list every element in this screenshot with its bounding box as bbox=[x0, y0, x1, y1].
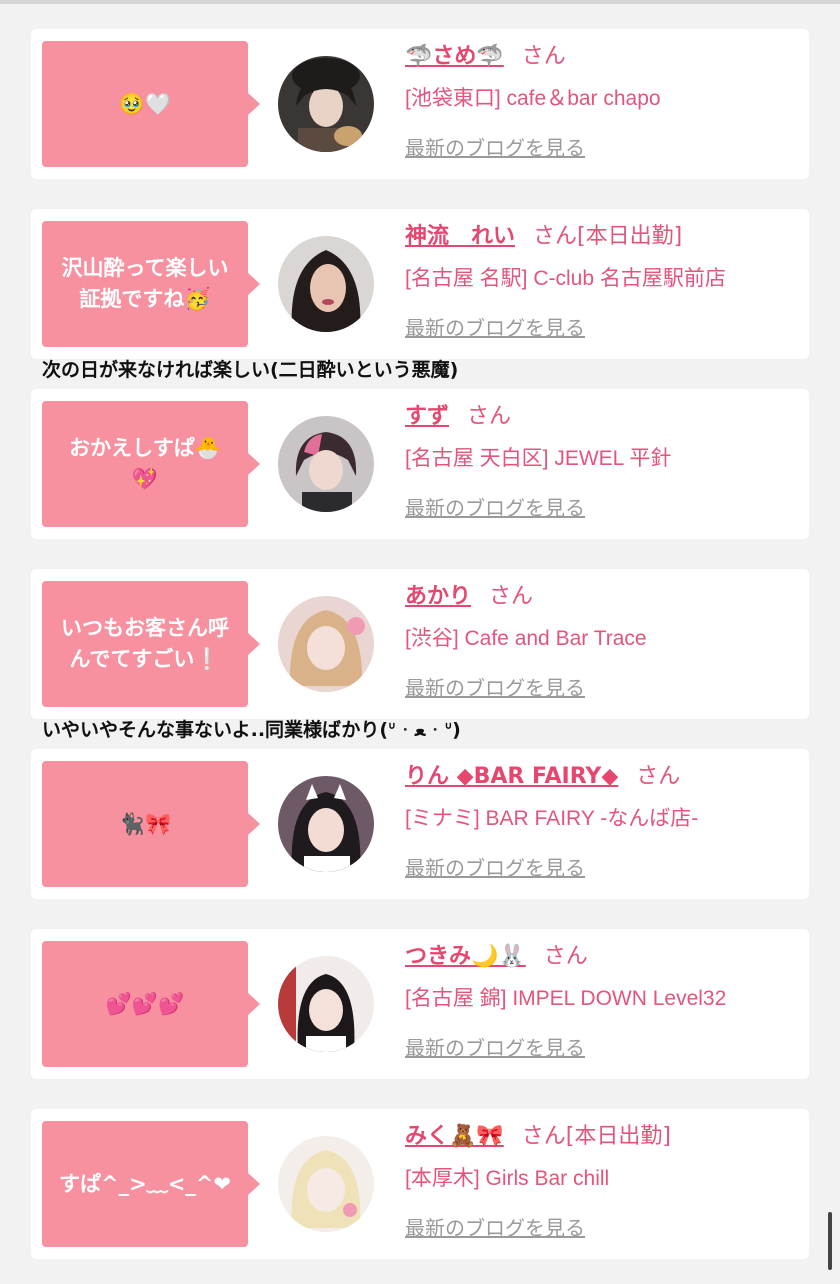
avatar[interactable] bbox=[278, 956, 374, 1052]
user-name-link[interactable]: 🦈さめ🦈 bbox=[405, 44, 504, 69]
latest-blog-link[interactable]: 最新のブログを見る bbox=[405, 1211, 585, 1245]
shop-label: [池袋東口] cafe＆bar chapo bbox=[405, 87, 661, 110]
user-name-link[interactable]: 神流 れい bbox=[405, 224, 515, 249]
avatar[interactable] bbox=[278, 596, 374, 692]
blog-card: 🥹🤍 🦈さめ🦈 さん [池袋東口] cafe＆bar chapo 最新のブログを見… bbox=[31, 29, 809, 179]
honorific: さん[本日出勤] bbox=[533, 224, 683, 249]
honorific: さん bbox=[489, 584, 534, 609]
blog-card: 沢山酔って楽しい 証拠ですね🥳 神流 れい さん[本日出勤] [名古屋 名駅] C… bbox=[31, 209, 809, 359]
user-name-link[interactable]: あかり bbox=[405, 584, 471, 609]
owner-reply: 次の日が来なければ楽しい(二日酔いという悪魔) bbox=[42, 359, 459, 381]
comment-bubble: 沢山酔って楽しい 証拠ですね🥳 bbox=[42, 221, 260, 347]
shop-label: [本厚木] Girls Bar chill bbox=[405, 1167, 610, 1190]
comment-bubble: 🐈‍⬛🎀 bbox=[42, 761, 260, 887]
user-name-link[interactable]: みく🧸🎀 bbox=[405, 1124, 504, 1149]
user-name-link[interactable]: すず bbox=[405, 404, 449, 429]
blog-card: 💕💕💕 つきみ🌙🐰 さん [名古屋 錦] IMPEL DOWN Level32 最… bbox=[31, 929, 809, 1079]
scrollbar[interactable] bbox=[828, 1212, 832, 1270]
latest-blog-link[interactable]: 最新のブログを見る bbox=[405, 851, 585, 885]
avatar[interactable] bbox=[278, 1136, 374, 1232]
comment-bubble: 💕💕💕 bbox=[42, 941, 260, 1067]
avatar[interactable] bbox=[278, 56, 374, 152]
avatar[interactable] bbox=[278, 776, 374, 872]
comment-bubble: すぱ^_>﹏<_^❤ bbox=[42, 1121, 260, 1247]
top-divider bbox=[0, 0, 840, 4]
latest-blog-link[interactable]: 最新のブログを見る bbox=[405, 1031, 585, 1065]
shop-label: [名古屋 天白区] JEWEL 平針 bbox=[405, 447, 672, 470]
latest-blog-link[interactable]: 最新のブログを見る bbox=[405, 311, 585, 345]
user-name-link[interactable]: つきみ🌙🐰 bbox=[405, 944, 526, 969]
avatar[interactable] bbox=[278, 236, 374, 332]
blog-card: 🐈‍⬛🎀 りん ◆BAR FAIRY◆ さん [ミナミ] BAR FAIRY -な… bbox=[31, 749, 809, 899]
user-name-link[interactable]: りん ◆BAR FAIRY◆ bbox=[405, 764, 618, 789]
latest-blog-link[interactable]: 最新のブログを見る bbox=[405, 671, 585, 705]
blog-card: すぱ^_>﹏<_^❤ みく🧸🎀 さん[本日出勤] [本厚木] Girls Bar … bbox=[31, 1109, 809, 1259]
honorific: さん bbox=[467, 404, 512, 429]
shop-label: [渋谷] Cafe and Bar Trace bbox=[405, 627, 647, 650]
shop-label: [ミナミ] BAR FAIRY -なんば店- bbox=[405, 807, 699, 830]
honorific: さん bbox=[543, 944, 588, 969]
shop-label: [名古屋 錦] IMPEL DOWN Level32 bbox=[405, 987, 727, 1010]
blog-card: おかえしすぱ🐣 💖 すず さん [名古屋 天白区] JEWEL 平針 最新のブログ… bbox=[31, 389, 809, 539]
honorific: さん bbox=[636, 764, 681, 789]
latest-blog-link[interactable]: 最新のブログを見る bbox=[405, 491, 585, 525]
blog-card: いつもお客さん呼 んでてすごい❕ あかり さん [渋谷] Cafe and Bar… bbox=[31, 569, 809, 719]
comment-bubble: 🥹🤍 bbox=[42, 41, 260, 167]
owner-reply: いやいやそんな事ないよ..同業様ばかり(ᐡ ᐧ ﻌ ᐧ ᐡ) bbox=[42, 719, 461, 741]
avatar[interactable] bbox=[278, 416, 374, 512]
honorific: さん bbox=[521, 44, 566, 69]
honorific: さん[本日出勤] bbox=[521, 1124, 671, 1149]
comment-bubble: いつもお客さん呼 んでてすごい❕ bbox=[42, 581, 260, 707]
comment-bubble: おかえしすぱ🐣 💖 bbox=[42, 401, 260, 527]
latest-blog-link[interactable]: 最新のブログを見る bbox=[405, 131, 585, 165]
shop-label: [名古屋 名駅] C-club 名古屋駅前店 bbox=[405, 267, 726, 290]
